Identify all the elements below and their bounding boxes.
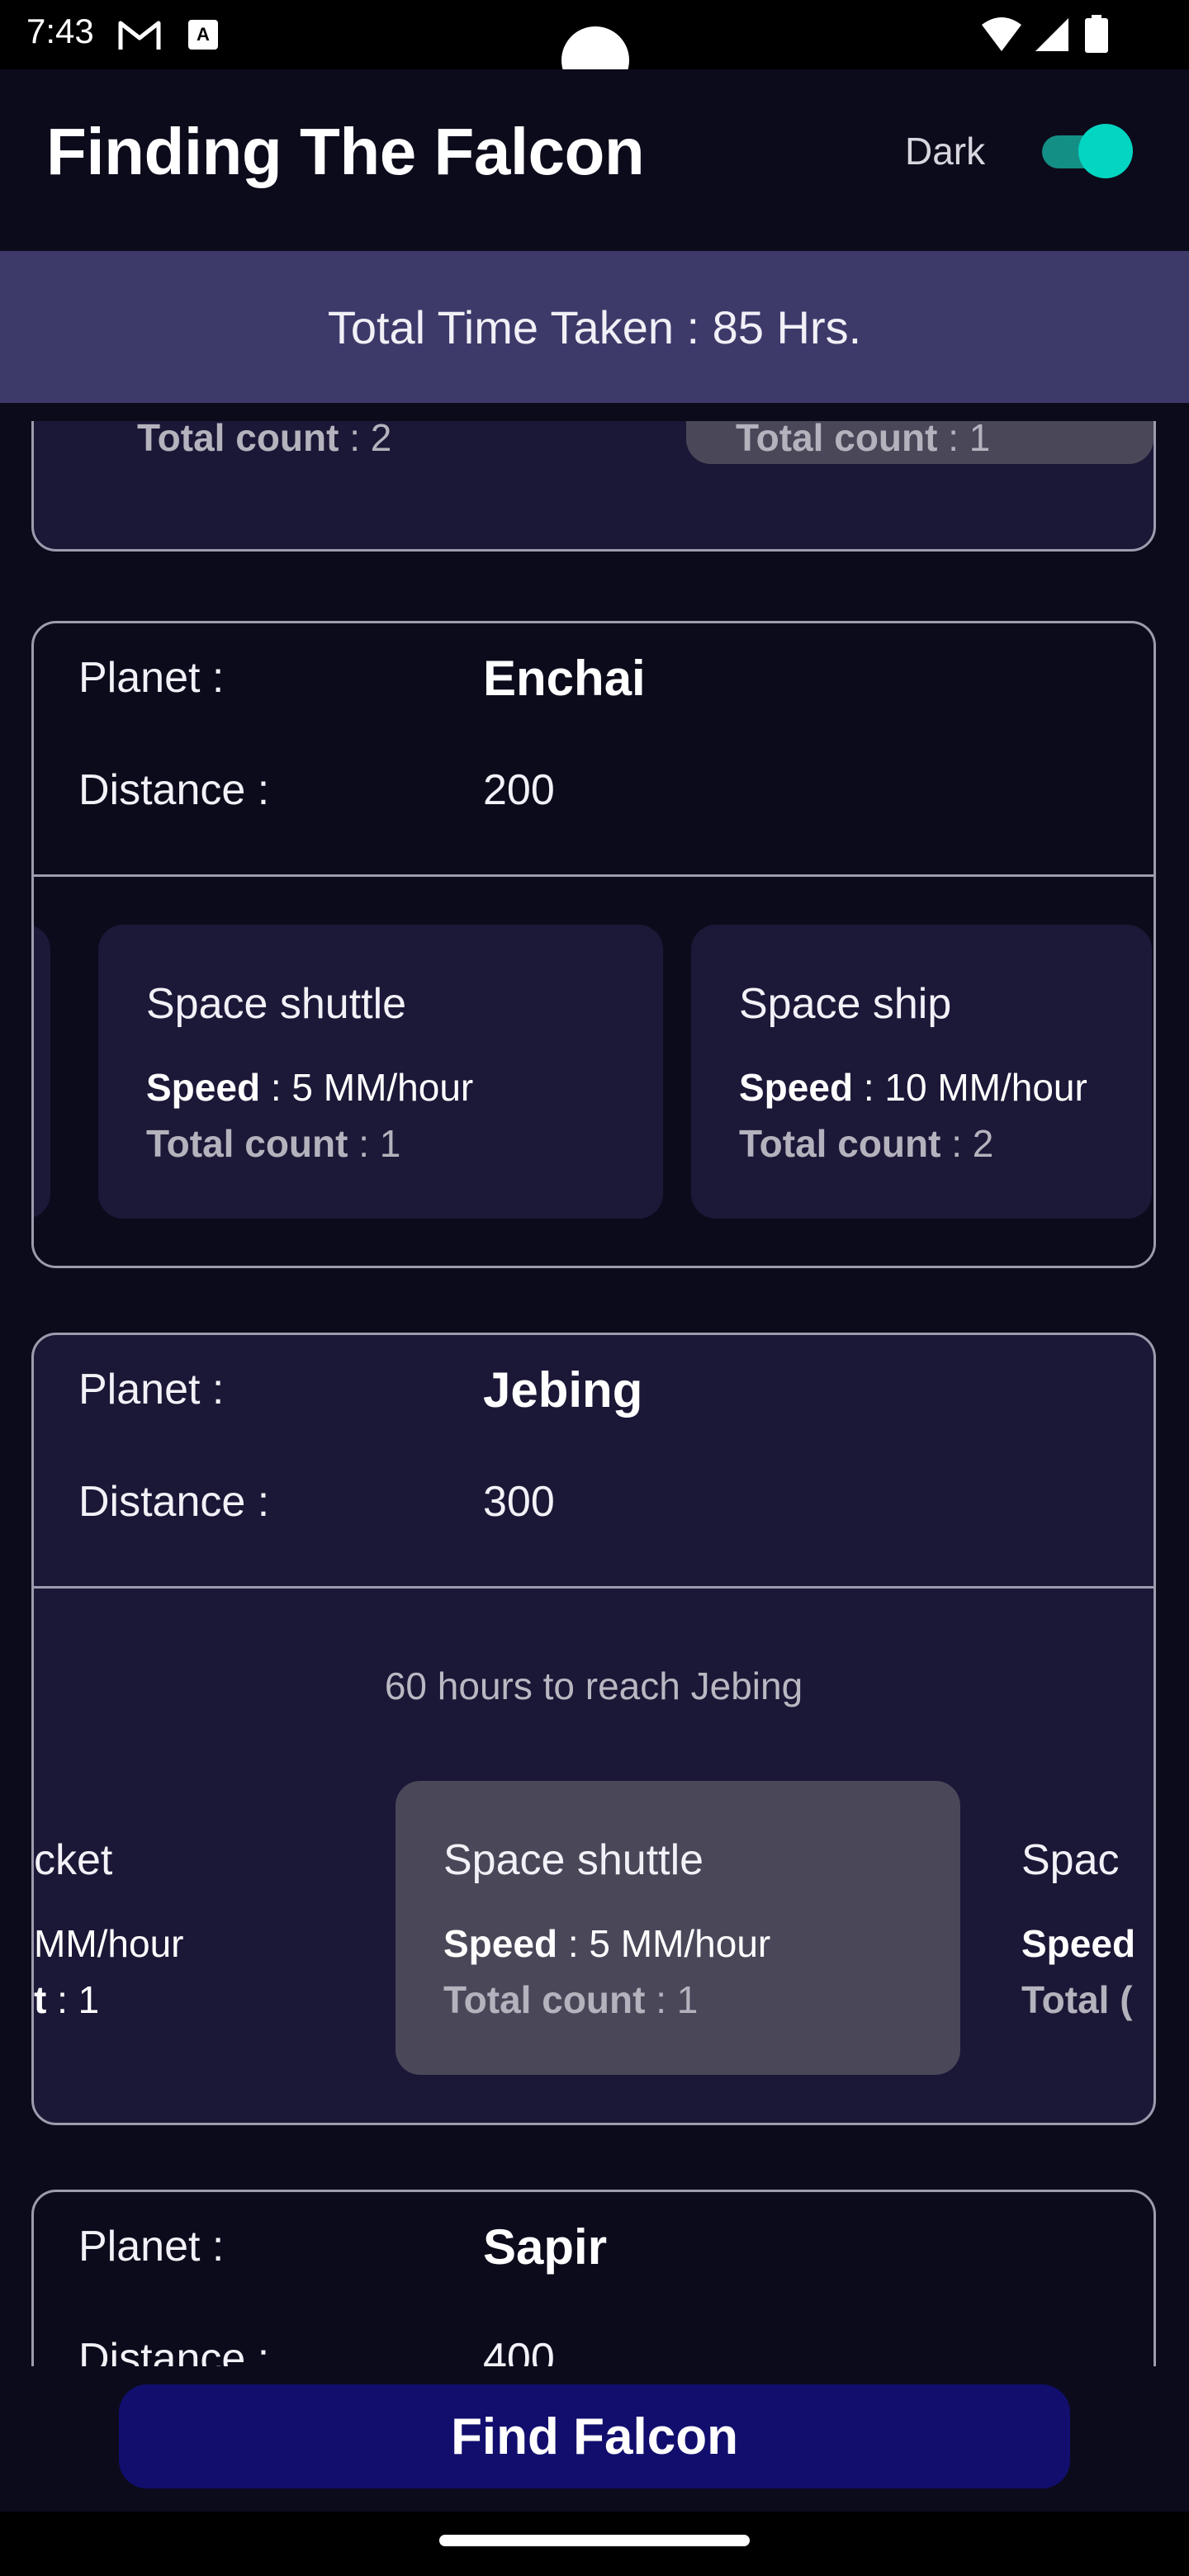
- vehicle-count: t : 1: [34, 1978, 100, 2021]
- home-gesture-handle[interactable]: [439, 2535, 750, 2546]
- planet-select[interactable]: Enchai: [483, 650, 646, 707]
- planet-label: Planet :: [78, 654, 225, 702]
- vehicle-name: Space shuttle: [443, 1836, 704, 1884]
- vehicle-count: Total count : 1: [443, 1978, 699, 2021]
- vehicle-name: Space ship: [739, 980, 952, 1028]
- vehicle-speed: Speed : 5 MM/hour: [146, 1066, 474, 1109]
- destination-card-enchai: Planet : Enchai Distance : 200 Space shu…: [31, 621, 1156, 1268]
- vehicle-count: Total count : 1: [146, 1122, 401, 1165]
- vehicle-speed: Speed: [1021, 1922, 1136, 1965]
- vehicle-tile[interactable]: Space ship Speed : 10 MM/hour Total coun…: [691, 925, 1152, 1219]
- battery-icon: [1085, 15, 1108, 53]
- divider: [34, 1586, 1153, 1589]
- vehicle-name: Spac: [1021, 1836, 1120, 1884]
- distance-label: Distance :: [78, 2335, 270, 2366]
- vehicle-carousel[interactable]: Space shuttle Speed : 5 MM/hour Total co…: [34, 877, 1153, 1266]
- vehicle-name: cket: [34, 1836, 113, 1884]
- distance-value: 400: [483, 2335, 555, 2366]
- vehicle-count: Total count : 2: [137, 421, 392, 457]
- destination-card-jebing: Planet : Jebing Distance : 300 60 hours …: [31, 1333, 1156, 2125]
- planet-select[interactable]: Sapir: [483, 2218, 607, 2275]
- distance-value: 300: [483, 1478, 555, 1526]
- signal-icon: [1035, 18, 1068, 51]
- wifi-icon: [982, 17, 1021, 51]
- find-falcon-button[interactable]: Find Falcon: [119, 2384, 1070, 2488]
- accessibility-icon: A: [188, 20, 218, 50]
- vehicle-count: Total count : 1: [736, 421, 991, 459]
- destination-list[interactable]: Total count : 2 Total count : 1 Planet :…: [0, 421, 1189, 2366]
- vehicle-tile-selected[interactable]: Total count : 1: [686, 421, 1153, 464]
- planet-label: Planet :: [78, 1366, 225, 1413]
- vehicle-speed: Speed : 10 MM/hour: [739, 1066, 1087, 1109]
- destination-card-sapir: Planet : Sapir Distance : 400: [31, 2190, 1156, 2366]
- toggle-thumb: [1078, 124, 1133, 178]
- gmail-icon: [118, 21, 161, 50]
- status-time: 7:43: [26, 12, 94, 50]
- vehicle-count: Total count : 2: [739, 1122, 994, 1165]
- vehicle-speed: Speed : 5 MM/hour: [443, 1922, 771, 1965]
- planet-label: Planet :: [78, 2223, 225, 2271]
- dark-mode-toggle[interactable]: [1037, 122, 1133, 178]
- distance-label: Distance :: [78, 766, 270, 814]
- destination-card-partial: Total count : 2 Total count : 1: [31, 421, 1156, 552]
- planet-select[interactable]: Jebing: [483, 1361, 642, 1418]
- vehicle-tile-partial[interactable]: Spac Speed Total (: [1021, 1781, 1153, 2075]
- vehicle-count: Total (: [1021, 1978, 1133, 2021]
- app-title: Finding The Falcon: [46, 115, 645, 188]
- total-time-text: Total Time Taken : 85 Hrs.: [327, 301, 862, 353]
- vehicle-tile-partial[interactable]: [34, 925, 50, 1219]
- vehicle-tile-selected[interactable]: Space shuttle Speed : 5 MM/hour Total co…: [396, 1781, 960, 2075]
- distance-value: 200: [483, 766, 555, 814]
- distance-label: Distance :: [78, 1478, 270, 1526]
- dark-mode-label: Dark: [905, 130, 986, 173]
- vehicle-carousel[interactable]: cket MM/hour t : 1 Space shuttle Speed :…: [34, 1781, 1153, 2095]
- reach-time-text: 60 hours to reach Jebing: [384, 1664, 803, 1707]
- vehicle-tile-partial[interactable]: cket MM/hour t : 1: [34, 1781, 348, 2075]
- vehicle-speed: MM/hour: [34, 1922, 184, 1965]
- vehicle-tile[interactable]: Total count : 2: [34, 421, 651, 457]
- vehicle-tile[interactable]: Space shuttle Speed : 5 MM/hour Total co…: [98, 925, 663, 1219]
- vehicle-name: Space shuttle: [146, 980, 407, 1028]
